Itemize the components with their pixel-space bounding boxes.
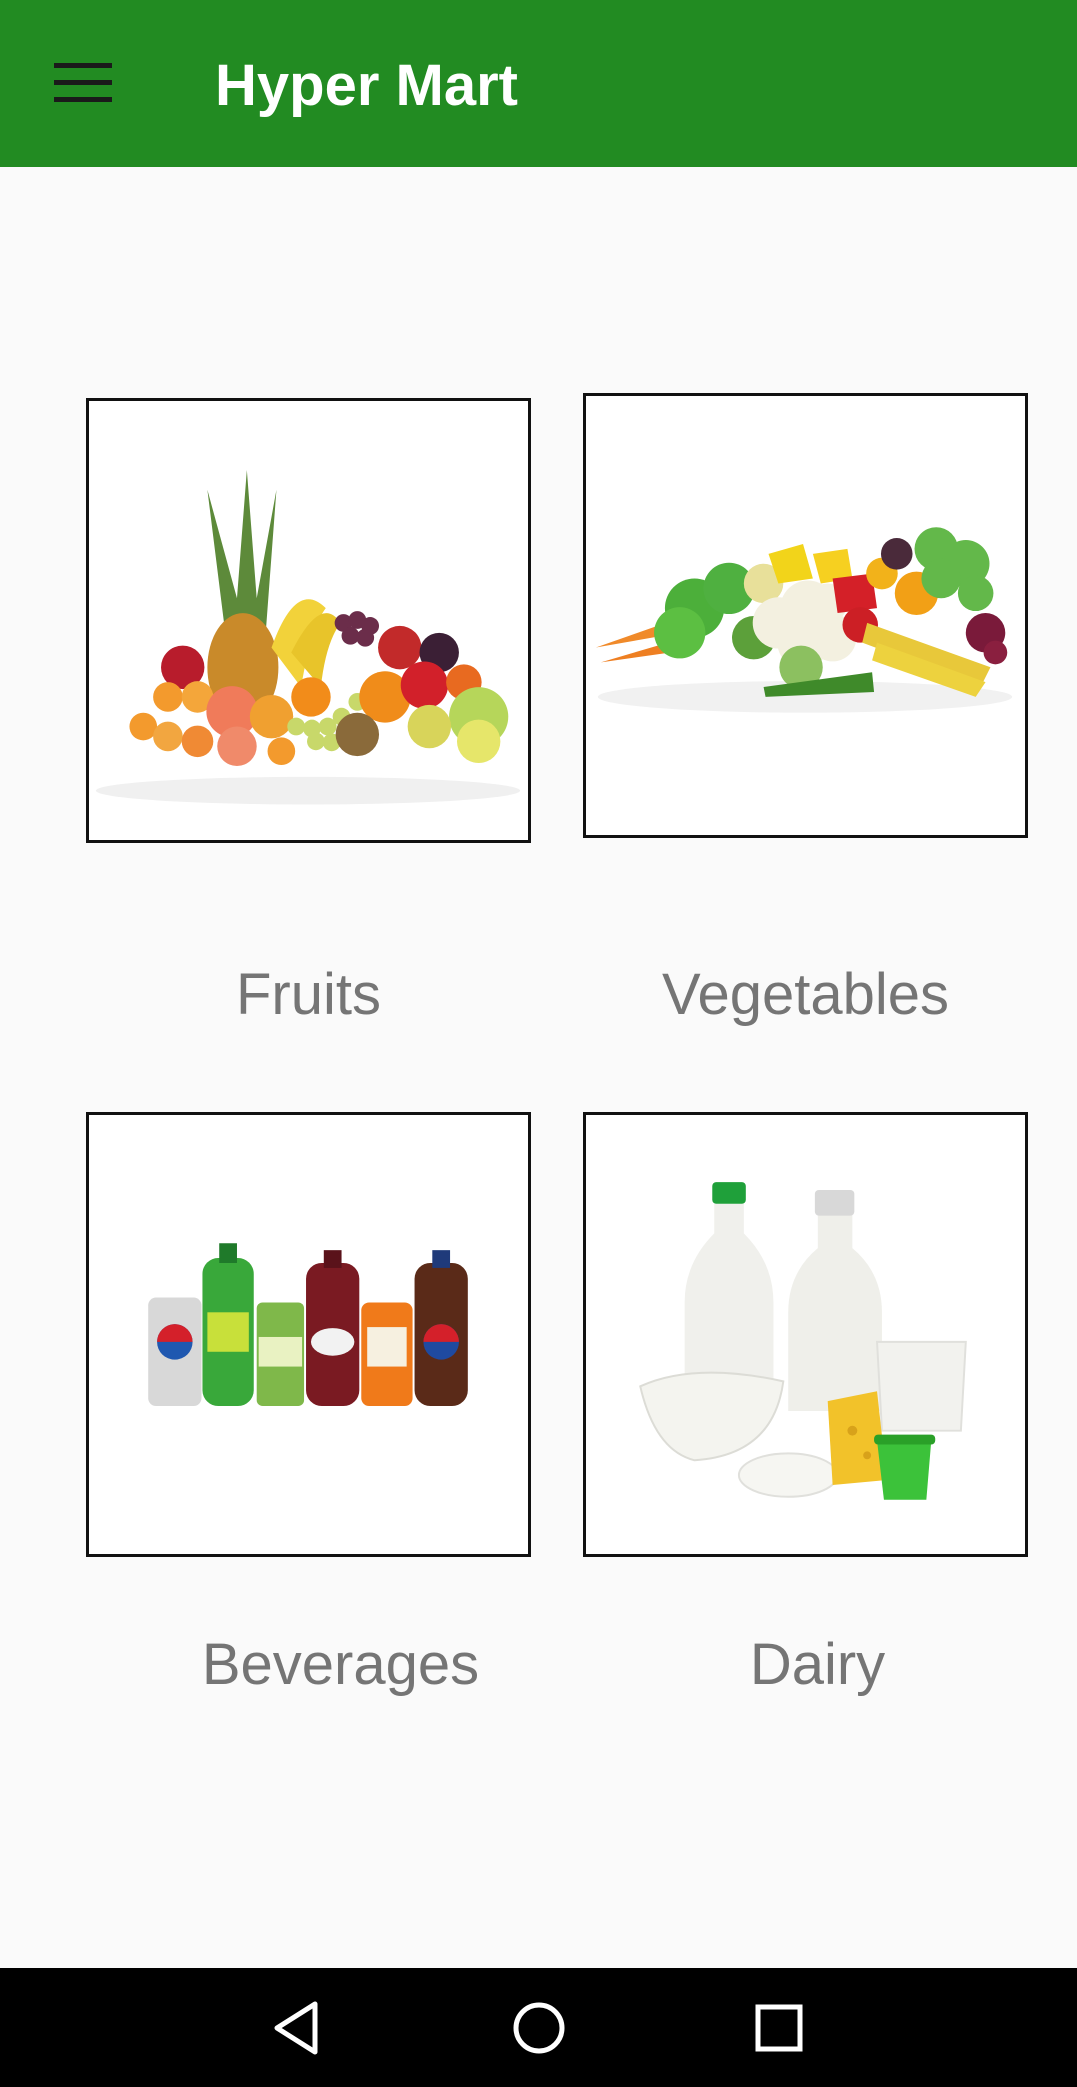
nav-home-button[interactable] [494, 1988, 584, 2068]
fruits-image [95, 470, 521, 805]
menu-button[interactable] [38, 50, 128, 116]
category-label-fruits: Fruits [236, 962, 381, 1027]
home-circle-icon [513, 2002, 565, 2054]
beverages-image [148, 1243, 468, 1407]
category-label-beverages: Beverages [201, 1632, 480, 1697]
nav-recents-button[interactable] [734, 1988, 824, 2068]
category-tile-vegetables[interactable] [583, 393, 1028, 838]
app-bar: Hyper Mart [0, 0, 1077, 167]
system-navigation-bar [0, 1968, 1077, 2087]
category-tile-fruits[interactable] [86, 398, 531, 843]
back-triangle-icon [274, 2001, 318, 2055]
category-tile-beverages[interactable] [86, 1112, 531, 1557]
recents-square-icon [755, 2004, 803, 2052]
dairy-image [639, 1182, 967, 1500]
hamburger-menu-icon [54, 63, 112, 102]
app-title: Hyper Mart [215, 53, 518, 118]
category-tile-dairy[interactable] [583, 1112, 1028, 1557]
category-label-dairy: Dairy [749, 1632, 886, 1697]
nav-back-button[interactable] [253, 1988, 343, 2068]
category-label-vegetables: Vegetables [661, 962, 950, 1027]
vegetables-image [595, 527, 1013, 713]
